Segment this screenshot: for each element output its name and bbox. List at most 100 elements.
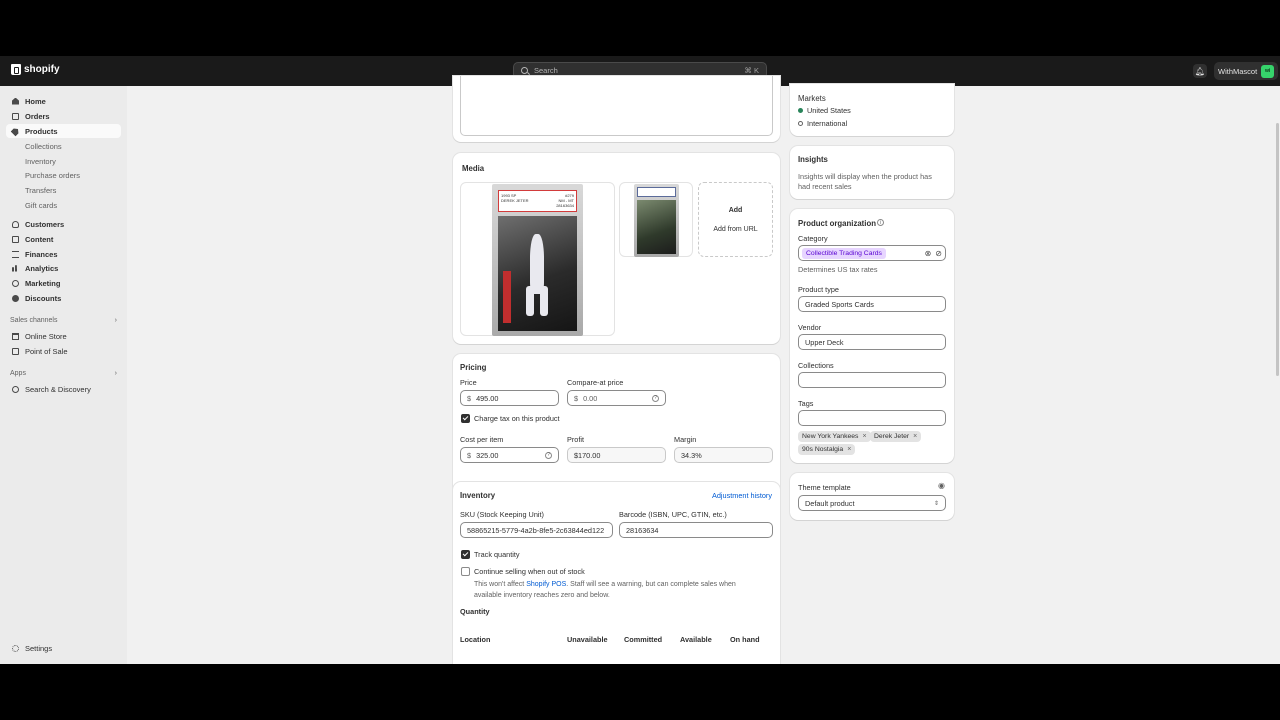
sidebar-item-purchase-orders[interactable]: Purchase orders [6, 168, 121, 182]
vendor-input[interactable]: Upper Deck [798, 334, 946, 350]
description-card [453, 76, 780, 142]
charge-tax-checkbox[interactable] [461, 414, 470, 423]
sidebar-item-marketing[interactable]: Marketing [6, 276, 121, 290]
insights-card: Insights Insights will display when the … [790, 146, 954, 199]
sidebar: Home Orders Products Collections Invento… [0, 86, 127, 664]
sidebar-item-transfers[interactable]: Transfers [6, 183, 121, 197]
sku-input[interactable]: 58865215-5779-4a2b-8fe5-2c63844ed122 [460, 522, 613, 538]
sidebar-item-finances[interactable]: Finances [6, 247, 121, 261]
continue-selling-checkbox[interactable] [461, 567, 470, 576]
sidebar-item-products[interactable]: Products [6, 124, 121, 138]
pricing-title: Pricing [460, 363, 487, 372]
shopify-pos-link[interactable]: Shopify POS [526, 581, 566, 588]
track-quantity-checkbox[interactable] [461, 550, 470, 559]
collections-label: Collections [798, 361, 834, 370]
help-icon[interactable]: ? [652, 394, 659, 402]
market-international[interactable]: International [807, 119, 847, 128]
sidebar-item-collections[interactable]: Collections [6, 139, 121, 153]
collections-input[interactable] [798, 372, 946, 388]
product-type-label: Product type [798, 285, 839, 294]
help-icon[interactable]: ? [545, 451, 552, 459]
remove-tag-icon[interactable]: × [913, 433, 917, 440]
sidebar-item-customers[interactable]: Customers [6, 217, 121, 231]
insights-title: Insights [798, 155, 828, 164]
sidebar-item-content[interactable]: Content [6, 232, 121, 246]
shopify-logo[interactable]: shopify [11, 64, 60, 75]
media-primary-image[interactable]: 1993 SP DEREK JETER #279 NM - MT 2816363… [460, 182, 615, 336]
sku-label: SKU (Stock Keeping Unit) [460, 510, 544, 519]
compare-at-price-input[interactable]: $0.00? [567, 390, 666, 406]
column-location: Location [460, 635, 491, 644]
tag-chip: New York Yankees × [798, 431, 871, 442]
column-available: Available [680, 635, 712, 644]
tags-input[interactable] [798, 410, 946, 426]
compare-at-price-label: Compare-at price [567, 378, 624, 387]
home-icon [12, 97, 19, 105]
clear-category-icon[interactable]: ⊗ [925, 249, 932, 258]
inventory-card: Inventory Adjustment history SKU (Stock … [453, 482, 780, 664]
sidebar-item-orders[interactable]: Orders [6, 109, 121, 123]
chevron-right-icon: › [114, 370, 117, 377]
market-united-states[interactable]: United States [807, 106, 851, 115]
continue-selling-help: This won't affect Shopify POS. Staff wil… [474, 581, 736, 599]
target-icon [12, 279, 19, 287]
product-organization-card: Product organization i Category Collecti… [790, 209, 954, 463]
add-from-url-link[interactable]: Add from URL [699, 226, 772, 233]
store-icon [12, 332, 19, 340]
add-media-button[interactable]: Add [699, 207, 772, 214]
apps-header[interactable]: Apps › [10, 370, 117, 377]
discount-icon [12, 294, 19, 302]
sidebar-item-analytics[interactable]: Analytics [6, 261, 121, 275]
shopify-bag-icon [11, 64, 21, 75]
store-menu-button[interactable]: WithMascot wi [1214, 62, 1279, 80]
quantity-title: Quantity [460, 607, 490, 616]
remove-tag-icon[interactable]: × [847, 446, 851, 453]
cost-per-item-input[interactable]: $325.00? [460, 447, 559, 463]
sidebar-item-discounts[interactable]: Discounts [6, 291, 121, 305]
sidebar-item-search-discovery[interactable]: Search & Discovery [6, 382, 121, 396]
profit-label: Profit [567, 435, 585, 444]
brand-name: shopify [24, 64, 60, 75]
track-quantity-label: Track quantity [474, 550, 520, 559]
graded-card-front-image: 1993 SP DEREK JETER #279 NM - MT 2816363… [492, 184, 583, 336]
eye-icon[interactable]: ◉ [938, 481, 945, 490]
bank-icon [12, 250, 19, 258]
info-icon[interactable]: i [877, 219, 884, 226]
price-input[interactable]: $495.00 [460, 390, 559, 406]
category-input[interactable]: Collectible Trading Cards ⊗ ⊘ [798, 245, 946, 261]
theme-template-card: Theme template ◉ Default product ⇕ [790, 473, 954, 520]
search-discovery-icon [12, 385, 19, 393]
confirm-category-icon[interactable]: ⊘ [935, 249, 942, 258]
price-label: Price [460, 378, 477, 387]
margin-value: 34.3% [674, 447, 773, 463]
pos-icon [12, 347, 19, 355]
remove-tag-icon[interactable]: × [862, 433, 866, 440]
inventory-title: Inventory [460, 491, 496, 500]
theme-template-select[interactable]: Default product ⇕ [798, 495, 946, 511]
market-inactive-dot [798, 121, 803, 126]
search-shortcut: ⌘ K [744, 66, 759, 75]
media-secondary-image[interactable] [619, 182, 693, 257]
description-editor[interactable] [460, 76, 773, 136]
product-type-input[interactable]: Graded Sports Cards [798, 296, 946, 312]
barcode-input[interactable]: 28163634 [619, 522, 773, 538]
grading-label: 1993 SP DEREK JETER #279 NM - MT 2816363… [498, 190, 577, 212]
store-name: WithMascot [1218, 66, 1258, 76]
sidebar-item-inventory[interactable]: Inventory [6, 154, 121, 168]
page-scrollbar[interactable] [1276, 123, 1279, 376]
sidebar-item-settings[interactable]: Settings [6, 641, 121, 655]
sidebar-item-home[interactable]: Home [6, 94, 121, 108]
sidebar-item-gift-cards[interactable]: Gift cards [6, 198, 121, 212]
adjustment-history-link[interactable]: Adjustment history [712, 491, 772, 500]
store-avatar: wi [1261, 64, 1275, 78]
person-icon [12, 220, 19, 228]
sales-channels-header[interactable]: Sales channels › [10, 317, 117, 324]
sidebar-item-online-store[interactable]: Online Store [6, 329, 121, 343]
media-dropzone[interactable]: Add Add from URL [698, 182, 773, 257]
theme-template-label: Theme template [798, 483, 851, 492]
sidebar-item-point-of-sale[interactable]: Point of Sale [6, 344, 121, 358]
vendor-label: Vendor [798, 323, 822, 332]
column-on-hand: On hand [730, 635, 760, 644]
charge-tax-label: Charge tax on this product [474, 414, 560, 423]
notifications-bell-icon[interactable]: 🔔︎ [1193, 64, 1207, 78]
